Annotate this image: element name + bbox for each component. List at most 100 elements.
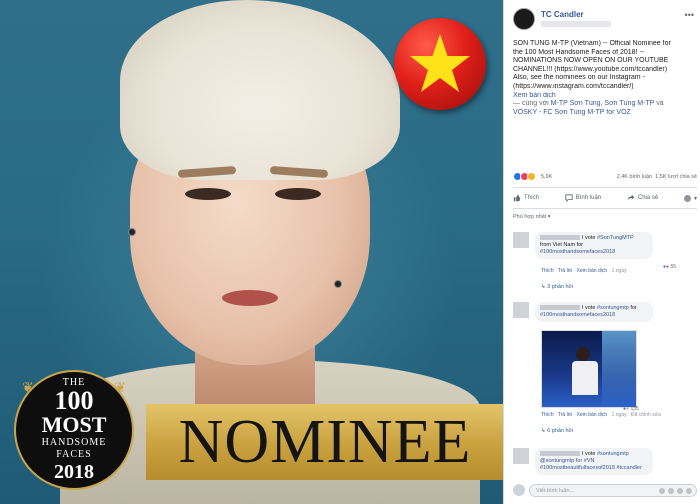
commenter-name-redacted[interactable]: [540, 235, 580, 241]
photo-earring-right: [334, 280, 342, 288]
comment-input-placeholder: Viết bình luận...: [536, 488, 575, 494]
see-translation-link[interactable]: Xem bản dịch: [513, 92, 697, 101]
reaction-summary: 5,9K 2,4K bình luận 1,5K lượt chia sẻ: [513, 172, 697, 184]
post-actions: Thích Bình luận Chia sẻ ▾: [513, 190, 697, 206]
page-avatar[interactable]: [513, 8, 535, 30]
reaction-count[interactable]: 5,9K: [541, 174, 552, 180]
comment-reaction-count[interactable]: ●● 55: [663, 264, 676, 270]
comment-text: from Viet Nam for: [540, 242, 583, 248]
caption-line: (https://www.instagram.com/tccandler/): [513, 82, 634, 90]
badge-faces: FACES: [56, 449, 92, 460]
audience-selector[interactable]: ▾: [683, 194, 697, 202]
hashtag-link[interactable]: #100mosthandsomefaces2018: [540, 312, 615, 318]
reaction-icons[interactable]: [513, 172, 536, 181]
commenter-avatar[interactable]: [513, 302, 529, 318]
camera-icon[interactable]: [668, 488, 674, 494]
nominee-banner: NOMINEE: [146, 404, 503, 480]
photo-eye-left: [185, 188, 231, 200]
commenter-name-redacted[interactable]: [540, 451, 580, 457]
comment-sort-dropdown[interactable]: Phù hợp nhất ▾: [513, 214, 551, 220]
laurel-right-icon: ❦: [114, 381, 126, 396]
with-and: và: [654, 100, 664, 108]
tagged-page-2[interactable]: Sơn Tùng M-TP: [604, 100, 654, 107]
engagement-stats: 2,4K bình luận 1,5K lượt chia sẻ: [617, 174, 697, 180]
comment-edited: Đã chỉnh sửa: [631, 412, 661, 418]
performer-figure: [572, 361, 598, 395]
photo-eye-right: [275, 188, 321, 200]
shares-count[interactable]: 1,5K lượt chia sẻ: [655, 174, 697, 180]
post-timestamp[interactable]: [541, 21, 611, 27]
comment-input-icons: [659, 488, 692, 494]
hashtag-link[interactable]: #SonTungMTP: [597, 235, 634, 241]
tagged-page-3[interactable]: VOSKY - FC Sơn Tùng M-TP for VOZ: [513, 109, 697, 118]
post-caption: SON TUNG M-TP (Vietnam) -- Official Nomi…: [513, 40, 697, 117]
comment-item: I vote #sontungmtp for #100mosthandsomef…: [513, 302, 697, 442]
hashtag-link[interactable]: #tccandler: [615, 465, 641, 471]
page-name[interactable]: TC Candler: [541, 10, 584, 19]
comments-count[interactable]: 2,4K bình luận: [617, 174, 652, 180]
caption-line: Also, see the nominees on our Instagram …: [513, 74, 645, 82]
comment-icon: [565, 194, 573, 202]
commenter-avatar[interactable]: [513, 232, 529, 248]
photo-lips: [222, 290, 278, 306]
emoji-icon[interactable]: [659, 488, 665, 494]
sticker-icon[interactable]: [686, 488, 692, 494]
comment-like-link[interactable]: Thích: [541, 268, 554, 274]
post-sidebar: TC Candler ••• SON TUNG M-TP (Vietnam) -…: [505, 0, 700, 504]
caption-line: SON TUNG M-TP (Vietnam) -- Official Nomi…: [513, 40, 671, 47]
comment-reply-link[interactable]: Trả lời: [558, 268, 572, 274]
hashtag-link[interactable]: #sontungmtp: [597, 305, 629, 311]
like-label: Thích: [524, 195, 540, 201]
globe-icon: [683, 194, 691, 202]
comment-bubble: I vote #SonTungMTP from Viet Nam for #10…: [535, 232, 653, 259]
like-button[interactable]: Thích: [513, 194, 539, 202]
comment-meta: Thích · Trả lời · Xem bản dịch · 1 ngày …: [541, 412, 661, 418]
commenter-avatar[interactable]: [513, 448, 529, 464]
mention-link[interactable]: @sontungmtp for #VN: [540, 458, 595, 464]
share-label: Chia sẻ: [637, 195, 659, 201]
comment-item: I vote #sontungmtp @sontungmtp for #VN #…: [513, 448, 697, 482]
photo-earring-left: [128, 228, 136, 236]
badge-most: MOST: [41, 412, 107, 437]
caption-line: CHANNEL!!! (https://www.youtube.com/tcca…: [513, 65, 668, 73]
comment-reply-link[interactable]: Trả lời: [558, 412, 572, 418]
photo-hair: [120, 0, 400, 180]
chevron-down-icon: ▾: [693, 195, 697, 202]
caption-line: NOMINATIONS NOW OPEN ON OUR YOUTUBE: [513, 57, 669, 65]
thumbs-up-icon: [513, 194, 521, 202]
hashtag-link[interactable]: #100mostbeautifulfacesof2018: [540, 465, 615, 471]
hashtag-link[interactable]: #100mosthandsomefaces2018: [540, 249, 615, 255]
post-header: TC Candler •••: [513, 8, 696, 34]
view-replies-link[interactable]: ↳ 6 phản hồi: [541, 428, 573, 434]
comment-translate-link[interactable]: Xem bản dịch: [577, 412, 608, 418]
post-photo[interactable]: ❦ ❦ THE 100 MOST HANDSOME FACES 2018 NOM…: [0, 0, 504, 504]
divider: [513, 187, 697, 188]
comment-reaction-count[interactable]: ●● 135: [623, 406, 639, 412]
gif-icon[interactable]: [677, 488, 683, 494]
tagged-page-1[interactable]: M-TP Sơn Tùng: [551, 100, 601, 107]
performer-head: [576, 347, 590, 361]
badge-year: 2018: [54, 461, 94, 483]
comment-meta: Thích · Trả lời · Xem bản dịch · 1 ngày: [541, 268, 627, 274]
comment-text: I vote: [582, 235, 597, 241]
more-options-icon[interactable]: •••: [685, 10, 694, 20]
comment-bubble: I vote #sontungmtp @sontungmtp for #VN #…: [535, 448, 653, 475]
wow-reaction-icon: [527, 172, 536, 181]
comment-text: I vote: [582, 305, 597, 311]
stage-light: [602, 331, 636, 407]
comment-text: I vote: [582, 451, 597, 457]
comment-like-link[interactable]: Thích: [541, 412, 554, 418]
view-replies-link[interactable]: ↳ 3 phản hồi: [541, 284, 573, 290]
caption-line: the 100 Most Handsome Faces of 2018! --: [513, 48, 645, 56]
comment-input[interactable]: Viết bình luận...: [529, 484, 697, 497]
with-prefix: — cùng với: [513, 100, 551, 108]
comment-photo[interactable]: [541, 330, 637, 408]
comment-button[interactable]: Bình luận: [565, 194, 601, 202]
commenter-name-redacted[interactable]: [540, 305, 580, 311]
share-button[interactable]: Chia sẻ: [627, 194, 658, 202]
comment-translate-link[interactable]: Xem bản dịch: [577, 268, 608, 274]
current-user-avatar: [513, 484, 525, 496]
share-icon: [627, 194, 635, 201]
100-most-handsome-badge: ❦ ❦ THE 100 MOST HANDSOME FACES 2018: [14, 370, 134, 490]
hashtag-link[interactable]: #sontungmtp: [597, 451, 629, 457]
